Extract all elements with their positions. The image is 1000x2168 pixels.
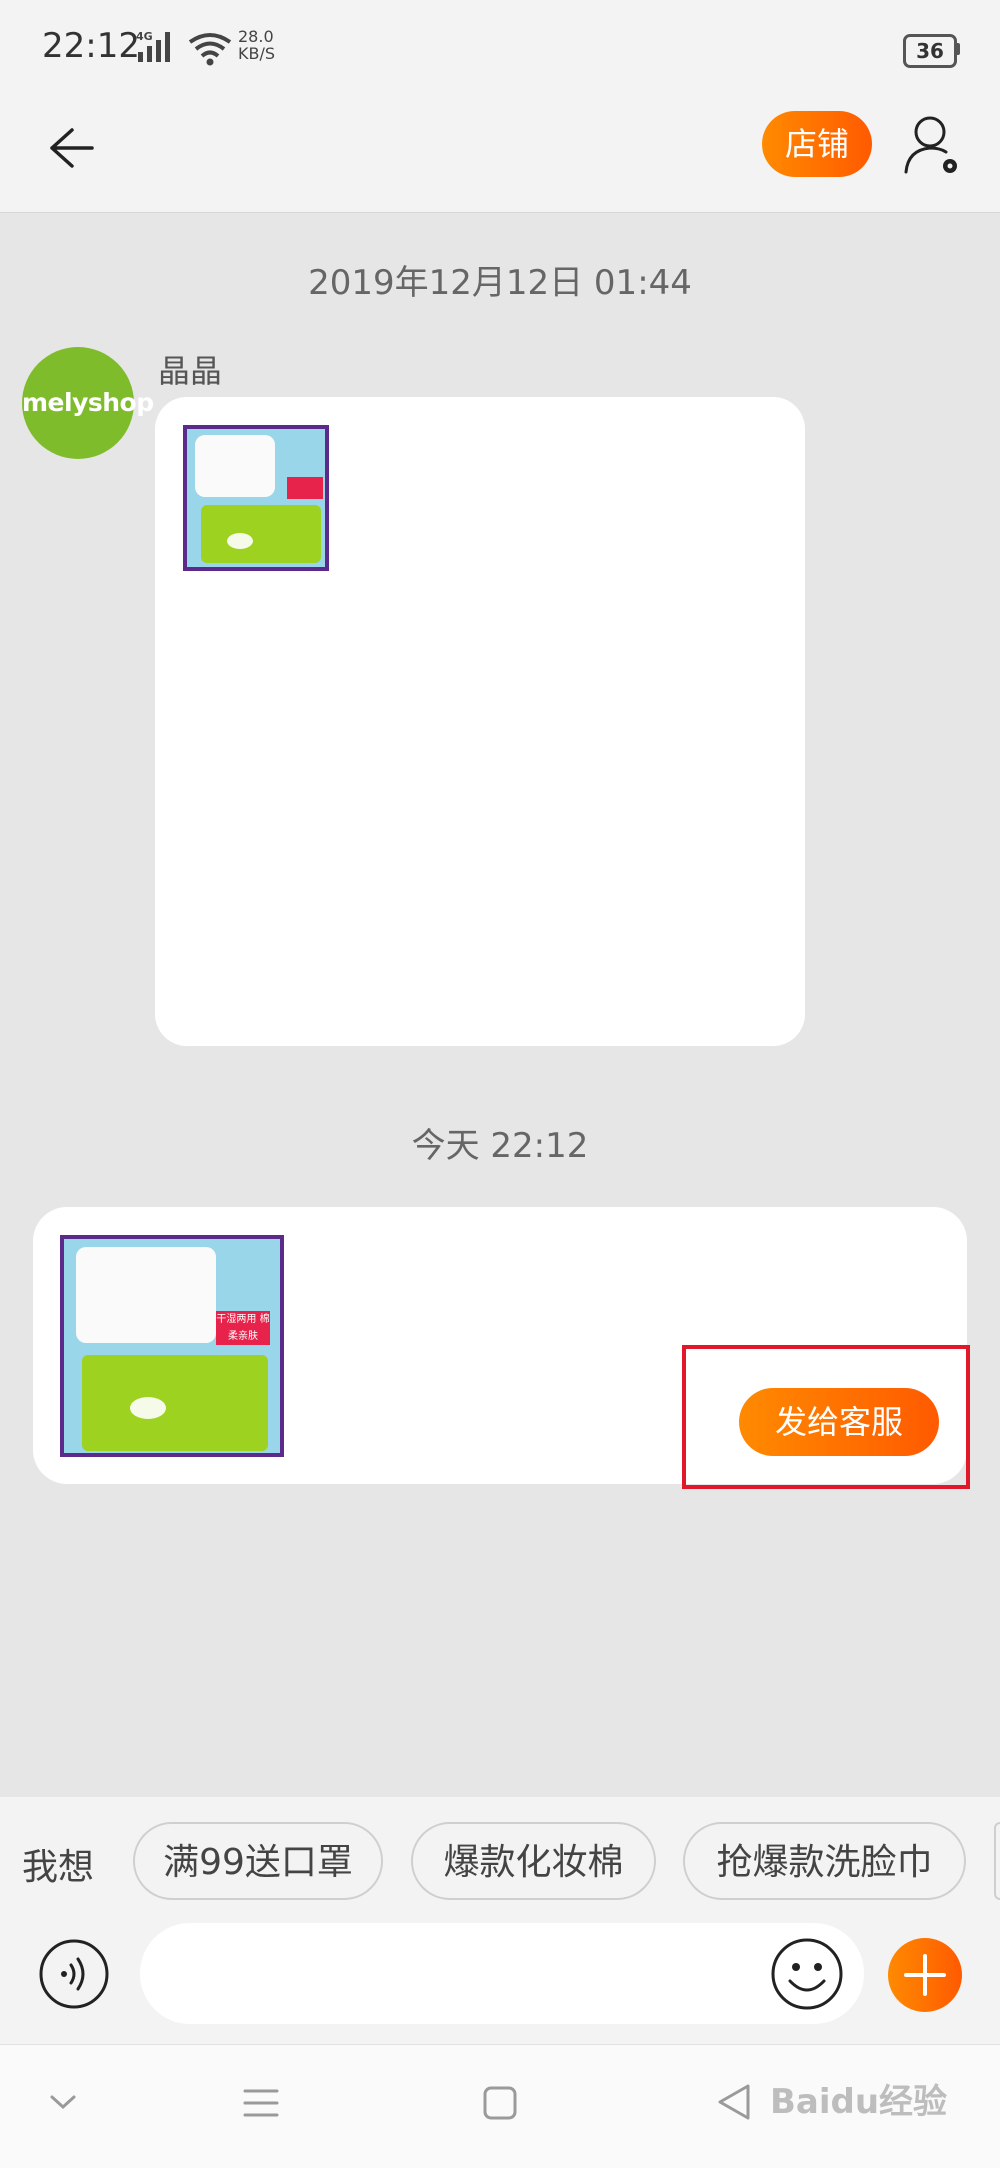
sender-name: 晶晶 (158, 352, 223, 390)
product-image-cotton (227, 533, 253, 549)
message-bubble[interactable] (155, 397, 805, 1046)
message-timestamp: 2019年12月12日 01:44 (308, 263, 692, 303)
suggestion-chip[interactable]: 抢爆款洗脸巾 (683, 1822, 966, 1900)
back-triangle-icon[interactable] (716, 2082, 752, 2122)
product-tag: 干湿两用 棉柔亲肤 (216, 1311, 270, 1345)
shop-button[interactable]: 店铺 (762, 111, 872, 177)
voice-input-icon[interactable] (38, 1938, 110, 2010)
cellular-signal-icon: 4G (136, 30, 170, 62)
product-image-tag (287, 477, 323, 499)
product-image-cotton (130, 1397, 166, 1419)
message-timestamp-today: 今天 22:12 (411, 1126, 589, 1166)
product-image-box (82, 1355, 268, 1451)
wifi-icon (188, 33, 232, 66)
product-image[interactable]: 干湿两用 棉柔亲肤 (60, 1235, 284, 1457)
highlight-box (682, 1345, 970, 1489)
emoji-icon[interactable] (770, 1937, 844, 2011)
user-settings-icon[interactable] (900, 110, 964, 180)
message-input[interactable] (140, 1923, 864, 2024)
baidu-watermark: Baidu经验 (770, 2082, 948, 2122)
suggestion-chip-overflow[interactable] (994, 1822, 1000, 1900)
network-type-label: 4G (136, 30, 153, 43)
product-image-box (201, 505, 321, 563)
suggestion-label: 我想 (22, 1847, 95, 1888)
more-options-button[interactable] (888, 1938, 962, 2012)
plus-icon (904, 1954, 946, 1996)
menu-icon[interactable] (243, 2087, 279, 2119)
suggestion-chip[interactable]: 满99送口罩 (133, 1822, 383, 1900)
network-speed-value: 28.0 (238, 27, 274, 46)
network-speed: 28.0 KB/S (238, 28, 275, 62)
network-speed-unit: KB/S (238, 44, 276, 63)
battery-indicator: 36 (903, 34, 957, 68)
product-image-small[interactable] (183, 425, 329, 571)
chevron-down-icon[interactable] (48, 2092, 78, 2112)
back-arrow-icon[interactable] (40, 118, 100, 178)
product-image-tissue (195, 435, 275, 497)
avatar[interactable]: melyshop (22, 347, 154, 459)
battery-tip (956, 43, 960, 55)
suggestion-chip[interactable]: 爆款化妆棉 (411, 1822, 656, 1900)
status-time: 22:12 (42, 26, 140, 66)
home-icon[interactable] (482, 2085, 518, 2121)
product-image-tissue (76, 1247, 216, 1343)
